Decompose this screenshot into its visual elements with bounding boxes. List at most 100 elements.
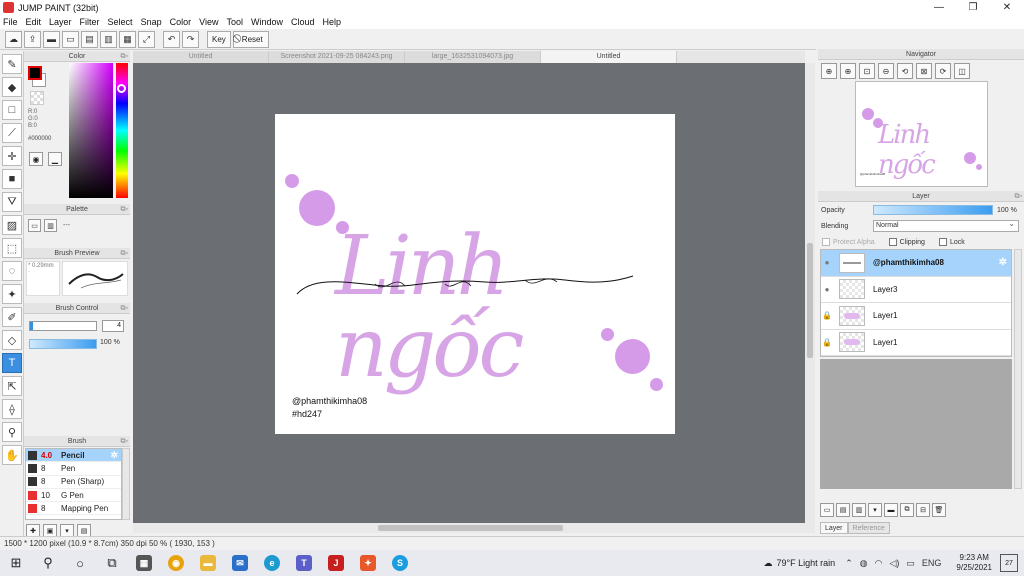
language-indicator[interactable]: ENG [922,558,942,568]
eraser-tool-icon[interactable]: ◆ [2,77,22,97]
menu-edit[interactable]: Edit [26,17,42,27]
export-icon[interactable]: ⇪ [24,30,41,48]
lock-icon[interactable]: 🔒 [821,311,833,320]
vertical-scroll-thumb[interactable] [807,243,813,358]
layers-icon[interactable]: ▦ [119,30,136,48]
windows-start-icon[interactable]: ⊞ [0,550,32,576]
network-icon[interactable]: ◍ [860,558,868,569]
duplicate-layer-icon[interactable]: ⧉ [900,503,914,517]
select-pen-tool-icon[interactable]: ✐ [2,307,22,327]
menu-window[interactable]: Window [251,17,283,27]
protect-alpha-checkbox[interactable]: Protect Alpha [822,237,875,246]
menu-cloud[interactable]: Cloud [291,17,315,27]
weather-widget[interactable]: ☁ 79°F Light rain [764,558,836,569]
eyedropper-tool-icon[interactable]: ⚲ [2,422,22,442]
saturation-value-picker[interactable] [69,63,113,198]
monitor-icon[interactable]: ▭ [62,30,79,48]
layer-menu-icon[interactable]: ▾ [868,503,882,517]
cloud-icon[interactable]: ☁ [5,30,22,48]
brush-item[interactable]: 8 Pen [26,462,121,476]
panel-float-icon[interactable]: ⧉▫ [1015,191,1022,202]
ticket-icon[interactable]: ▬ [43,30,60,48]
flip-icon[interactable]: ◫ [954,63,970,79]
visibility-icon[interactable]: ● [821,285,833,294]
drawing-canvas[interactable]: Linh ngốc @phamthikimha08 #hd247 [275,114,675,434]
tab-reference[interactable]: Reference [847,522,890,534]
layer-settings-gear-icon[interactable]: ✲ [999,257,1007,268]
rotate-left-icon[interactable]: ⟲ [897,63,913,79]
foreground-color-swatch[interactable] [28,66,42,80]
tab-screenshot[interactable]: Screenshot 2021-09-25 084243.png [269,51,405,63]
task-view-icon[interactable]: ⧉ [96,550,128,576]
chevron-up-icon[interactable]: ⌃ [845,558,853,569]
skype-icon[interactable]: S [384,550,416,576]
panel-float-icon[interactable]: ⧉▫ [121,248,128,259]
new-layer-1bit-icon[interactable]: ▥ [852,503,866,517]
menu-tool[interactable]: Tool [226,17,243,27]
brush-tool-icon[interactable]: ✎ [2,54,22,74]
brush-size-value[interactable]: 4 [102,320,124,332]
operation-tool-icon[interactable]: ⇱ [2,376,22,396]
mail-icon[interactable]: ✉ [224,550,256,576]
brush-item[interactable]: 10 G Pen [26,489,121,503]
color-circle-icon[interactable]: ◉ [29,152,43,166]
store-icon[interactable]: ▦ [128,550,160,576]
brush-item[interactable]: 4.0 Pencil ✲ [26,449,121,463]
menu-view[interactable]: View [199,17,218,27]
document-icon[interactable]: ▤ [81,30,98,48]
taskbar-clock[interactable]: 9:23 AM 9/25/2021 [956,553,992,573]
new-layer-icon[interactable]: ▭ [820,503,834,517]
tab-untitled-1[interactable]: Untitled [133,51,269,63]
vertical-scrollbar[interactable] [805,63,815,523]
new-palette-icon[interactable]: ▭ [28,219,41,232]
jump-paint-taskbar-icon[interactable]: J [320,550,352,576]
edge-icon[interactable]: e [256,550,288,576]
file-explorer-icon[interactable]: ▬ [192,550,224,576]
menu-color[interactable]: Color [170,17,192,27]
gradient-tool-icon[interactable]: ▨ [2,215,22,235]
zoom-actual-icon[interactable]: ⊡ [859,63,875,79]
color-history-icon[interactable]: ▁ [48,152,62,166]
zoom-fit-icon[interactable]: ⊕ [821,63,837,79]
layer-list-scrollbar[interactable] [1014,249,1022,489]
magic-wand-tool-icon[interactable]: ✦ [2,284,22,304]
tab-layer[interactable]: Layer [820,522,848,534]
redo-icon[interactable]: ↷ [182,30,199,48]
brush-item[interactable]: 8 Pen (Sharp) [26,476,121,489]
brush-opacity-slider[interactable] [29,339,97,349]
wifi-icon[interactable]: ◠ [875,558,883,569]
dropper-tool-icon[interactable]: ⟠ [2,399,22,419]
lasso-tool-icon[interactable]: ◌ [2,261,22,281]
menu-snap[interactable]: Snap [141,17,162,27]
tab-large-jpg[interactable]: large_1632531094073.jpg [405,51,541,63]
layer-list-empty-area[interactable] [820,359,1012,489]
select-eraser-tool-icon[interactable]: ◇ [2,330,22,350]
bucket-tool-icon[interactable]: ⛛ [2,192,22,212]
horizontal-scrollbar[interactable] [133,523,815,533]
brush-item[interactable]: 8 Mapping Pen [26,502,121,516]
lock-checkbox[interactable]: Lock [938,237,965,246]
rectangle-tool-icon[interactable]: □ [2,100,22,120]
layer-opacity-slider[interactable] [873,205,993,215]
hand-tool-icon[interactable]: ✋ [2,445,22,465]
menu-filter[interactable]: Filter [80,17,100,27]
layer-row[interactable]: 🔒 Layer1 [821,330,1011,356]
rotate-right-icon[interactable]: ⟳ [935,63,951,79]
delete-palette-icon[interactable]: ▥ [44,219,57,232]
menu-help[interactable]: Help [323,17,342,27]
menu-file[interactable]: File [3,17,18,27]
close-button[interactable]: ✕ [990,0,1024,15]
chrome-icon[interactable]: ◉ [160,550,192,576]
search-icon[interactable]: ⚲ [32,550,64,576]
battery-icon[interactable]: ▭ [906,558,915,569]
merge-layer-icon[interactable]: ⊟ [916,503,930,517]
navigator-thumbnail[interactable]: Linh ngốc @phamthikimha08 [855,81,988,187]
menu-layer[interactable]: Layer [49,17,72,27]
visibility-icon[interactable]: ● [821,258,833,267]
cortana-icon[interactable]: ○ [64,550,96,576]
teams-icon[interactable]: T [288,550,320,576]
panel-float-icon[interactable]: ⧉▫ [121,204,128,215]
horizontal-scroll-thumb[interactable] [378,525,563,531]
panel-float-icon[interactable]: ⧉▫ [121,51,128,62]
panel-float-icon[interactable]: ⧉▫ [121,436,128,447]
